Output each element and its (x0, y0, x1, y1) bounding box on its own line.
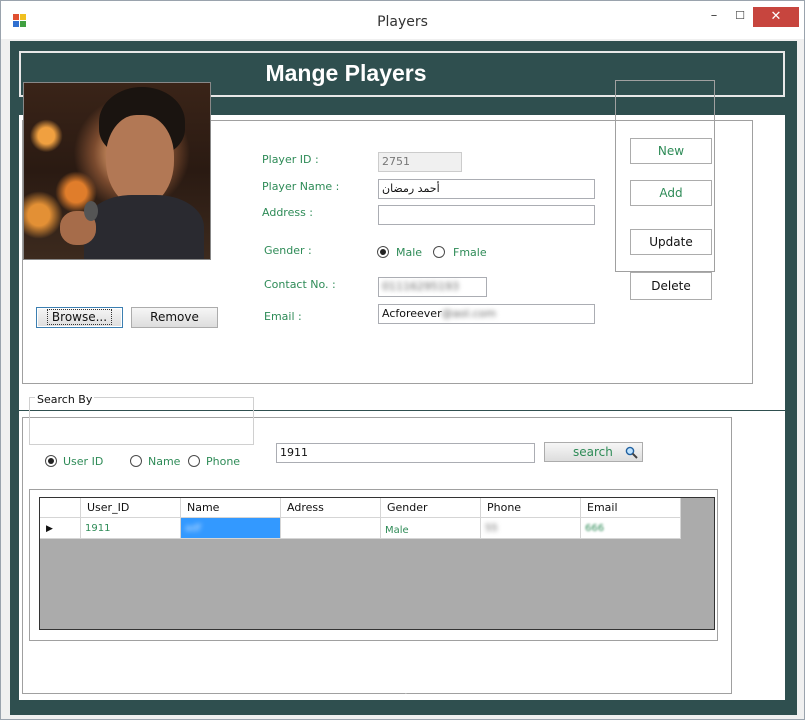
search-name-radio[interactable] (130, 455, 142, 467)
contact-value: 01116295193 (382, 280, 459, 293)
grid-corner-header (40, 498, 81, 518)
search-button[interactable]: search (544, 442, 643, 462)
search-userid-label[interactable]: User ID (63, 455, 103, 468)
email-value-hidden: @aol.com (441, 307, 497, 320)
add-button[interactable]: Add (630, 180, 712, 206)
grid-header-email[interactable]: Email (581, 498, 681, 518)
contact-label: Contact No. : (264, 278, 336, 291)
email-field[interactable]: Acforeever@aol.com (378, 304, 595, 324)
player-name-label: Player Name : (262, 180, 340, 193)
grid-cell-email[interactable]: 666 (581, 518, 681, 539)
grid-cell-email-value: 666 (585, 523, 605, 534)
gender-female-radio[interactable] (433, 246, 445, 258)
minimize-button[interactable]: – (701, 7, 727, 27)
grid-cell-phone[interactable]: 55 (481, 518, 581, 539)
search-userid-radio[interactable] (45, 455, 57, 467)
player-photo (23, 82, 211, 260)
update-button[interactable]: Update (630, 229, 712, 255)
new-button[interactable]: New (630, 138, 712, 164)
photo-microphone (84, 201, 98, 221)
photo-face (106, 115, 174, 207)
browse-button-label: Browse... (46, 309, 113, 325)
search-by-title: Search By (35, 393, 95, 406)
grid-header-phone[interactable]: Phone (481, 498, 581, 518)
maximize-button[interactable]: ☐ (727, 7, 753, 27)
photo-body (84, 195, 204, 259)
search-phone-radio[interactable] (188, 455, 200, 467)
grid-header-adress[interactable]: Adress (281, 498, 381, 518)
contact-field[interactable]: 01116295193 (378, 277, 487, 297)
grid-row-indicator[interactable]: ▶ (40, 518, 81, 539)
email-value: Acforeever (382, 307, 442, 320)
grid-header-name[interactable]: Name (181, 498, 281, 518)
search-phone-label[interactable]: Phone (206, 455, 240, 468)
grid-header-user-id[interactable]: User_ID (81, 498, 181, 518)
grid-cell-gender[interactable]: Male (381, 518, 481, 539)
player-name-field[interactable]: أحمد رمضان (378, 179, 595, 199)
browse-button[interactable]: Browse... (36, 307, 123, 328)
watermark-logo-text: مستقل (357, 654, 445, 682)
grid-cell-user-id[interactable]: 1911 (81, 518, 181, 539)
grid-cell-name[interactable]: adf (181, 518, 281, 539)
search-name-label[interactable]: Name (148, 455, 180, 468)
address-label: Address : (262, 206, 314, 219)
search-input[interactable]: 1911 (276, 443, 535, 463)
address-field[interactable] (378, 205, 595, 225)
gender-label: Gender : (264, 244, 312, 257)
grid-cell-name-value: adf (185, 523, 201, 534)
search-button-label: search (573, 445, 613, 459)
gender-female-label[interactable]: Fmale (453, 246, 487, 259)
window-title: Players (377, 14, 428, 30)
title-bar[interactable]: Players – ☐ ✕ (1, 1, 804, 39)
remove-button[interactable]: Remove (131, 307, 218, 328)
grid-header-gender[interactable]: Gender (381, 498, 481, 518)
magnifier-icon (625, 446, 638, 459)
player-id-field[interactable]: 2751 (378, 152, 462, 172)
delete-button[interactable]: Delete (630, 272, 712, 300)
grid-cell-phone-value: 55 (485, 523, 498, 534)
players-grid[interactable]: User_ID Name Adress Gender Phone Email ▶… (39, 497, 715, 630)
player-id-label: Player ID : (262, 153, 319, 166)
email-label: Email : (264, 310, 302, 323)
close-button[interactable]: ✕ (753, 7, 799, 27)
gender-male-label[interactable]: Male (396, 246, 422, 259)
gender-male-radio[interactable] (377, 246, 389, 258)
grid-cell-adress[interactable] (281, 518, 381, 539)
watermark: مستقل mostaql.com (346, 655, 456, 695)
watermark-url: mostaql.com (358, 680, 444, 695)
